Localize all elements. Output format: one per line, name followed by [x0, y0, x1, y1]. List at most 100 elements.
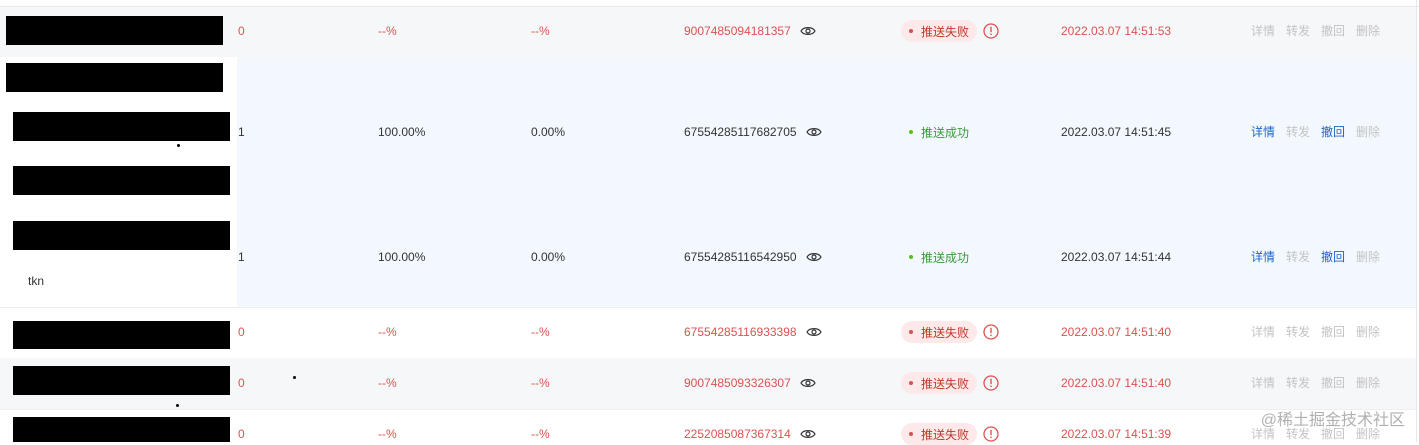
rate-secondary: 0.00%	[531, 125, 566, 139]
status-cell: 推送失败	[901, 321, 999, 343]
redaction-dot	[293, 376, 296, 379]
send-count: 0	[238, 376, 245, 390]
message-id-text: 67554285116542950	[684, 250, 797, 264]
rate-secondary: --%	[531, 325, 550, 339]
message-id-text: 67554285116933398	[684, 325, 797, 339]
status-text: 推送成功	[921, 125, 970, 140]
status-badge: 推送失败	[901, 20, 978, 42]
redacted-name-block	[13, 366, 230, 395]
forward-button[interactable]: 转发	[1286, 375, 1310, 391]
alert-circle-icon[interactable]	[983, 324, 999, 340]
redacted-name-block	[13, 321, 230, 349]
table-right-border	[1416, 0, 1417, 442]
status-text: 推送失败	[921, 24, 970, 39]
rate-secondary: 0.00%	[531, 250, 566, 264]
forward-button[interactable]: 转发	[1286, 23, 1310, 39]
status-badge: 推送失败	[901, 321, 978, 343]
forward-button[interactable]: 转发	[1286, 124, 1310, 140]
forward-button[interactable]: 转发	[1286, 324, 1310, 340]
push-time: 2022.03.07 14:51:40	[1061, 376, 1172, 390]
status-cell: 推送失败	[901, 372, 999, 394]
push-time: 2022.03.07 14:51:53	[1061, 24, 1172, 38]
recall-button[interactable]: 撤回	[1321, 375, 1345, 391]
message-id: 9007485093326307	[684, 375, 816, 391]
eye-icon[interactable]	[805, 326, 822, 338]
alert-circle-icon[interactable]	[983, 375, 999, 391]
eye-icon[interactable]	[805, 251, 822, 263]
rate-secondary: --%	[531, 427, 550, 441]
detail-button[interactable]: 详情	[1251, 23, 1275, 39]
delete-button[interactable]: 删除	[1356, 124, 1380, 140]
redacted-name-block	[6, 63, 223, 92]
message-id-text: 2252085087367314	[684, 427, 791, 441]
rate-primary: --%	[378, 24, 397, 38]
message-id: 67554285117682705	[684, 124, 822, 140]
send-count: 0	[238, 325, 245, 339]
delete-button[interactable]: 删除	[1356, 23, 1380, 39]
message-id: 67554285116933398	[684, 324, 822, 340]
redacted-name-block	[6, 16, 223, 45]
send-count: 1	[238, 250, 245, 264]
row-actions: 详情 转发 撤回 删除	[1251, 249, 1380, 265]
status-badge: 推送失败	[901, 372, 978, 394]
redacted-name-block	[13, 166, 230, 195]
recall-button[interactable]: 撤回	[1321, 124, 1345, 140]
redacted-name-block	[13, 112, 230, 141]
message-id-text: 9007485093326307	[684, 376, 791, 390]
status-text: 推送失败	[921, 376, 970, 391]
push-time: 2022.03.07 14:51:44	[1061, 250, 1172, 264]
watermark: @稀土掘金技术社区	[1260, 412, 1405, 429]
detail-button[interactable]: 详情	[1251, 324, 1275, 340]
delete-button[interactable]: 删除	[1356, 324, 1380, 340]
delete-button[interactable]: 删除	[1356, 249, 1380, 265]
row-actions: 详情 转发 撤回 删除	[1251, 23, 1380, 39]
eye-icon[interactable]	[800, 25, 816, 37]
alert-circle-icon[interactable]	[983, 426, 999, 442]
push-time: 2022.03.07 14:51:40	[1061, 325, 1172, 339]
recall-button[interactable]: 撤回	[1321, 23, 1345, 39]
rate-secondary: --%	[531, 24, 550, 38]
rate-primary: --%	[378, 427, 397, 441]
rate-secondary: --%	[531, 376, 550, 390]
status-text: 推送失败	[921, 427, 970, 442]
status-cell: 推送成功	[903, 246, 977, 268]
message-id-text: 9007485094181357	[684, 24, 791, 38]
rate-primary: --%	[378, 325, 397, 339]
message-id: 67554285116542950	[684, 249, 822, 265]
rate-primary: 100.00%	[378, 250, 426, 264]
status-cell: 推送失败	[901, 20, 999, 42]
rate-primary: 100.00%	[378, 125, 426, 139]
eye-icon[interactable]	[800, 428, 816, 440]
tkn-label: tkn	[28, 274, 45, 288]
delete-button[interactable]: 删除	[1356, 375, 1380, 391]
push-time: 2022.03.07 14:51:39	[1061, 427, 1172, 441]
redacted-name-block	[13, 417, 230, 442]
rate-primary: --%	[378, 376, 397, 390]
detail-button[interactable]: 详情	[1251, 375, 1275, 391]
row-divider	[0, 409, 1416, 410]
status-badge: 推送成功	[903, 246, 977, 268]
recall-button[interactable]: 撤回	[1321, 249, 1345, 265]
row-actions: 详情 转发 撤回 删除	[1251, 124, 1380, 140]
alert-circle-icon[interactable]	[983, 23, 999, 39]
row-divider	[0, 307, 1416, 308]
forward-button[interactable]: 转发	[1286, 249, 1310, 265]
redacted-name-block	[13, 221, 230, 250]
message-id-text: 67554285117682705	[684, 125, 797, 139]
redaction-dot	[177, 144, 180, 147]
status-badge: 推送成功	[903, 121, 977, 143]
eye-icon[interactable]	[805, 126, 822, 138]
status-text: 推送失败	[921, 325, 970, 340]
push-records-table: 0 --% --% 9007485094181357 推送失败 2022.03.…	[0, 0, 1419, 445]
status-text: 推送成功	[921, 250, 970, 265]
message-id: 2252085087367314	[684, 426, 816, 442]
recall-button[interactable]: 撤回	[1321, 324, 1345, 340]
redaction-dot	[176, 404, 179, 407]
eye-icon[interactable]	[800, 377, 816, 389]
detail-button[interactable]: 详情	[1251, 249, 1275, 265]
row-actions: 详情 转发 撤回 删除	[1251, 375, 1380, 391]
detail-button[interactable]: 详情	[1251, 124, 1275, 140]
status-cell: 推送成功	[903, 121, 977, 143]
push-time: 2022.03.07 14:51:45	[1061, 125, 1172, 139]
row-actions: 详情 转发 撤回 删除	[1251, 324, 1380, 340]
